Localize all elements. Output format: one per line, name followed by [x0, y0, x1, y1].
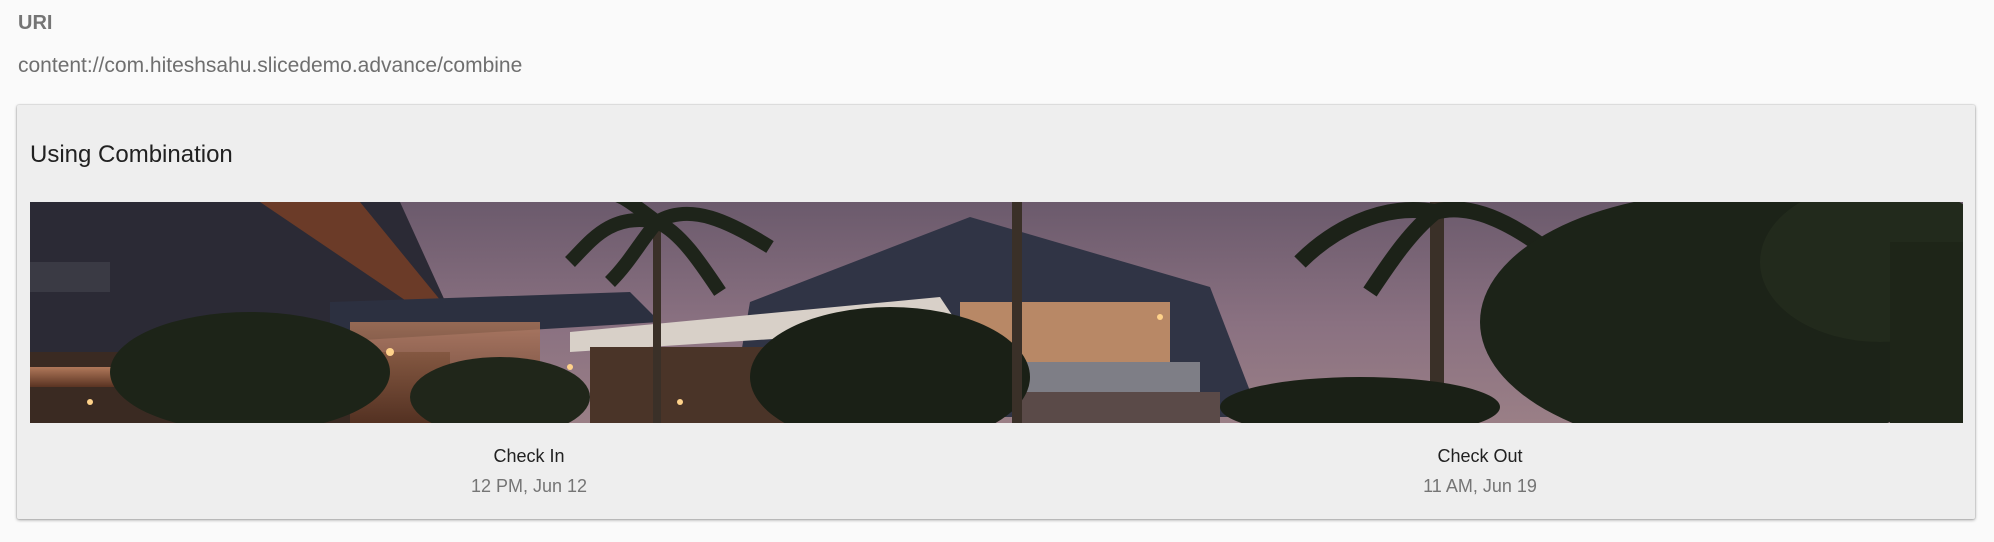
uri-value: content://com.hiteshsahu.slicedemo.advan… — [18, 54, 523, 77]
check-in-title: Check In — [493, 446, 565, 466]
resort-image — [30, 202, 1963, 423]
slice-title: Using Combination — [30, 141, 233, 168]
check-out-time: 11 AM, Jun 19 — [1423, 476, 1537, 496]
slice-viewer-page: URI content://com.hiteshsahu.slicedemo.a… — [0, 0, 1994, 542]
slice-card[interactable]: Using Combination Check In 12 PM, Jun 12… — [17, 105, 1975, 519]
check-in-block: Check In 12 PM, Jun 12 — [379, 445, 679, 497]
check-out-title: Check Out — [1437, 446, 1523, 466]
check-out-block: Check Out 11 AM, Jun 19 — [1330, 445, 1630, 497]
resort-illustration — [30, 202, 1963, 423]
uri-label: URI — [18, 12, 53, 34]
check-in-time: 12 PM, Jun 12 — [470, 476, 588, 496]
